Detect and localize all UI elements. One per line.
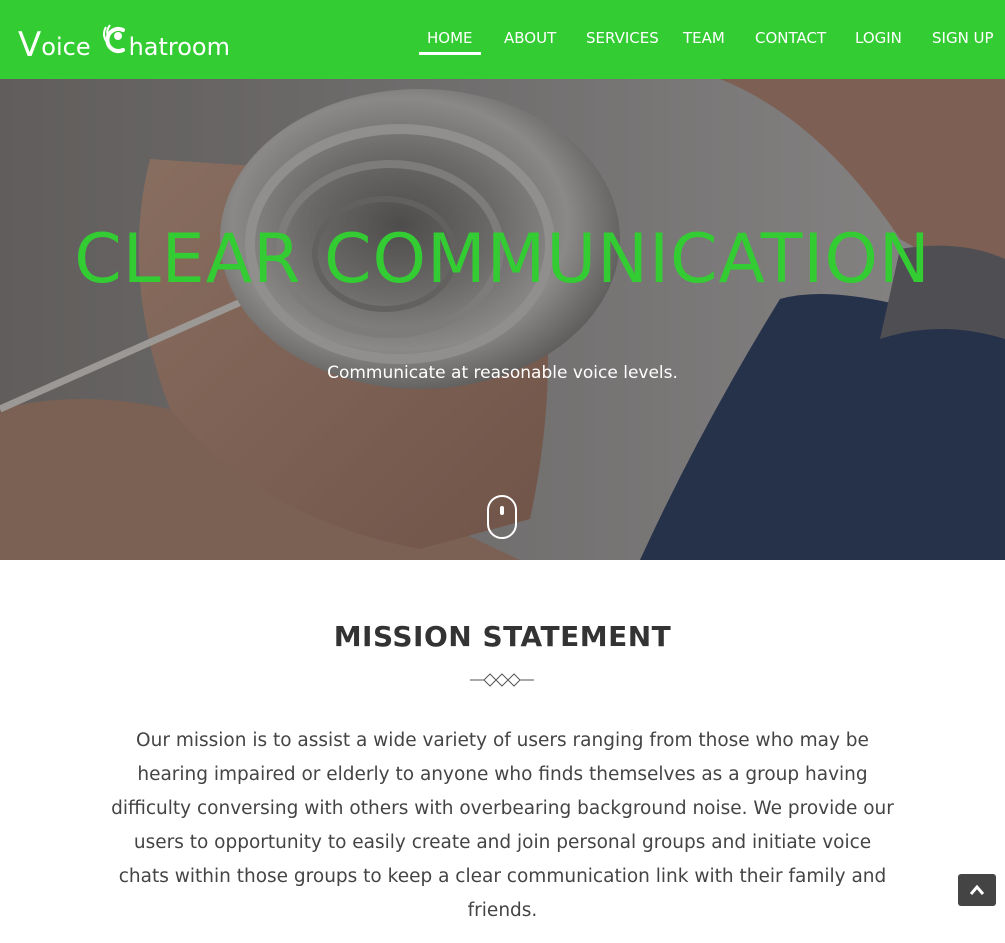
nav-home[interactable]: HOME — [419, 0, 480, 79]
mission-text: Our mission is to assist a wide variety … — [111, 730, 894, 921]
brand-oice: oice — [41, 33, 91, 61]
mouse-scroll-icon[interactable] — [487, 495, 517, 539]
chat-bubble-c-icon — [102, 24, 125, 53]
brand-hatroom: hatroom — [128, 33, 230, 61]
nav-signup[interactable]: SIGN UP — [932, 0, 994, 79]
navbar: V oice hatroom HOME ABOUT SERVICES TEAM … — [0, 0, 1005, 79]
hero-section: CLEAR COMMUNICATION Communicate at reaso… — [0, 79, 1005, 560]
nav-login[interactable]: LOGIN — [855, 0, 902, 79]
nav-contact[interactable]: CONTACT — [755, 0, 826, 79]
nav-about[interactable]: ABOUT — [504, 0, 556, 79]
hero-subtitle: Communicate at reasonable voice levels. — [327, 363, 678, 383]
back-to-top-button[interactable] — [958, 874, 996, 906]
chevron-up-icon — [970, 885, 984, 895]
nav-services[interactable]: SERVICES — [586, 0, 659, 79]
mission-title: MISSION STATEMENT — [333, 620, 672, 653]
hero-title: CLEAR COMMUNICATION — [74, 220, 931, 299]
diamond-divider-icon — [470, 673, 534, 687]
brand-v: V — [18, 25, 42, 65]
nav-team[interactable]: TEAM — [683, 0, 725, 79]
brand-logo[interactable]: V oice hatroom — [18, 18, 230, 62]
